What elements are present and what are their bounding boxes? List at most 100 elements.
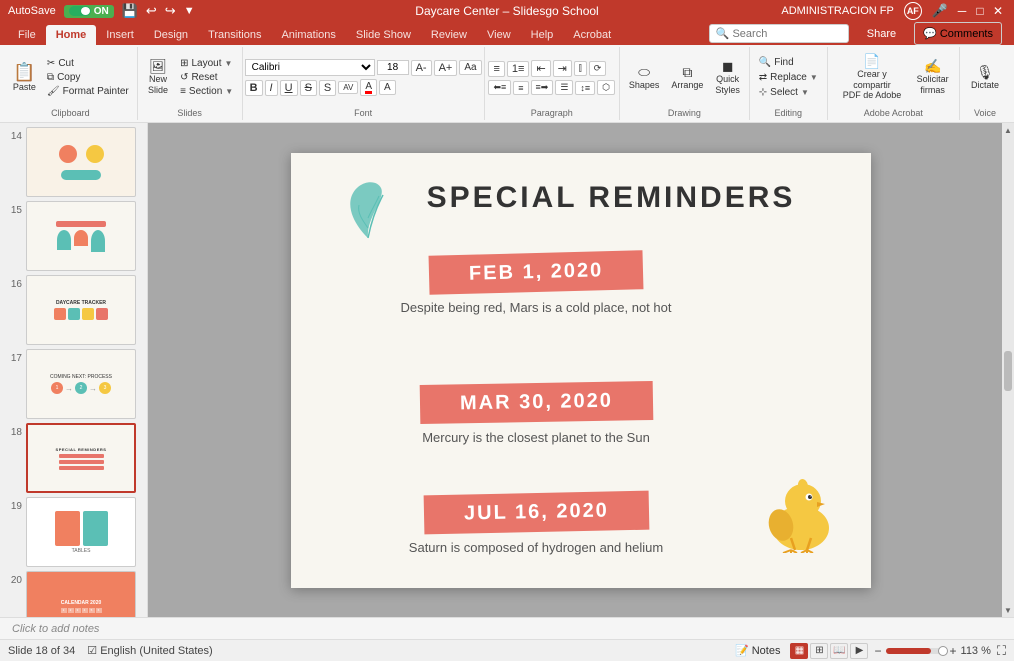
highlight-button[interactable]: A [379, 80, 396, 95]
slide-preview-19[interactable]: TABLES [26, 497, 136, 567]
slide-preview-16[interactable]: DAYCARE TRACKER [26, 275, 136, 345]
align-center-button[interactable]: ≡ [513, 81, 528, 95]
tab-animations[interactable]: Animations [271, 25, 345, 45]
search-input[interactable] [732, 28, 832, 40]
tab-transitions[interactable]: Transitions [198, 25, 271, 45]
slide-thumb-18[interactable]: 18 SPECIAL REMINDERS [6, 423, 141, 493]
zoom-in-icon[interactable]: + [950, 644, 957, 658]
decrease-indent-button[interactable]: ⇤ [531, 60, 550, 77]
slide-preview-20[interactable]: CALENDAR 2020 1 2 3 4 5 6 [26, 571, 136, 617]
zoom-out-icon[interactable]: − [874, 644, 881, 658]
quick-styles-button[interactable]: ◼ QuickStyles [710, 56, 745, 99]
autosave-badge[interactable]: ON [64, 5, 114, 18]
tab-help[interactable]: Help [521, 25, 564, 45]
slide-thumb-20[interactable]: 20 CALENDAR 2020 1 2 3 4 5 6 [6, 571, 141, 617]
create-pdf-button[interactable]: 📄 Crear y compartirPDF de Adobe [834, 51, 911, 104]
customize-icon[interactable]: ▼ [184, 5, 195, 17]
notes-toggle-button[interactable]: 📝 Notes [731, 643, 784, 658]
normal-view-button[interactable]: ▦ [790, 643, 808, 659]
clear-format-button[interactable]: Aa [459, 60, 481, 75]
slide-preview-17[interactable]: COMING NEXT: PROCESS 1 → 2 → 3 [26, 349, 136, 419]
increase-indent-button[interactable]: ⇥ [553, 60, 572, 77]
justify-button[interactable]: ☰ [555, 80, 573, 95]
undo-icon[interactable]: ↩ [146, 3, 157, 19]
zoom-slider[interactable] [886, 648, 946, 654]
slide-thumb-16[interactable]: 16 DAYCARE TRACKER [6, 275, 141, 345]
scroll-thumb[interactable] [1004, 351, 1012, 391]
tab-home[interactable]: Home [46, 25, 97, 45]
reading-view-button[interactable]: 📖 [830, 643, 848, 659]
slide-preview-18[interactable]: SPECIAL REMINDERS [26, 423, 136, 493]
slide-preview-15[interactable] [26, 201, 136, 271]
minimize-button[interactable]: ─ [954, 3, 970, 19]
notes-bar[interactable]: Click to add notes [0, 617, 1014, 639]
copy-button[interactable]: ⧉Copy [43, 71, 133, 84]
close-button[interactable]: ✕ [990, 3, 1006, 19]
slide-preview-14[interactable] [26, 127, 136, 197]
increase-font-button[interactable]: A+ [434, 60, 458, 76]
search-box[interactable]: 🔍 [709, 24, 849, 43]
microphone-icon[interactable]: 🎤 [932, 3, 948, 19]
shadow-button[interactable]: S [319, 80, 336, 96]
text-direction-button[interactable]: ⟳ [589, 61, 607, 76]
autosave-toggle[interactable] [69, 6, 91, 16]
italic-button[interactable]: I [265, 80, 278, 96]
maximize-button[interactable]: □ [972, 3, 988, 19]
tab-slideshow[interactable]: Slide Show [346, 25, 421, 45]
font-size-input[interactable] [377, 60, 409, 75]
arrange-button[interactable]: ⧉ Arrange [666, 62, 708, 94]
bold-button[interactable]: B [245, 80, 263, 96]
zoom-thumb[interactable] [938, 646, 948, 656]
slide-thumb-14[interactable]: 14 [6, 127, 141, 197]
comments-button[interactable]: 💬 Comments [914, 22, 1002, 45]
slide-thumb-15[interactable]: 15 [6, 201, 141, 271]
share-button[interactable]: Share [855, 24, 908, 44]
tab-review[interactable]: Review [421, 25, 477, 45]
event-2-date-banner: MAR 30, 2020 [419, 380, 653, 423]
numbered-list-button[interactable]: 1≡ [507, 61, 530, 77]
tab-file[interactable]: File [8, 25, 46, 45]
layout-button[interactable]: ⊞ Layout ▼ [176, 57, 237, 70]
align-left-button[interactable]: ⬅≡ [488, 80, 511, 95]
align-right-button[interactable]: ≡➡ [531, 80, 554, 95]
tab-view[interactable]: View [477, 25, 521, 45]
fit-slide-icon[interactable]: ⛶ [997, 643, 1006, 659]
select-button[interactable]: ⊹ Select ▼ [755, 86, 822, 99]
slide-canvas[interactable]: SPECIAL REMINDERS FEB 1, 2020 Despite be… [291, 153, 871, 588]
slide-thumb-17[interactable]: 17 COMING NEXT: PROCESS 1 → 2 → 3 [6, 349, 141, 419]
strikethrough-button[interactable]: S [300, 80, 317, 96]
tab-acrobat[interactable]: Acrobat [563, 25, 621, 45]
reset-button[interactable]: ↺ Reset [176, 71, 237, 84]
canvas-scrollbar[interactable]: ▲ ▼ [1002, 123, 1014, 617]
scroll-down-arrow[interactable]: ▼ [1002, 603, 1014, 617]
save-icon[interactable]: 💾 [122, 3, 138, 19]
format-painter-button[interactable]: 🖌Format Painter [43, 85, 133, 98]
scroll-up-arrow[interactable]: ▲ [1002, 123, 1014, 137]
smart-art-button[interactable]: ⬡ [597, 80, 615, 95]
section-button[interactable]: ≡ Section ▼ [176, 85, 237, 98]
paste-button[interactable]: 📋 Paste [8, 60, 41, 96]
line-spacing-button[interactable]: ↕≡ [575, 81, 595, 95]
new-slide-button[interactable]: 🖼 NewSlide [142, 56, 174, 99]
decrease-font-button[interactable]: A- [411, 60, 432, 76]
font-color-button[interactable]: A [360, 79, 377, 96]
event-3-area: JUL 16, 2020 Saturn is composed of hydro… [371, 493, 701, 555]
font-name-select[interactable]: Calibri [245, 59, 375, 76]
redo-icon[interactable]: ↪ [165, 3, 176, 19]
slide-sorter-button[interactable]: ⊞ [810, 643, 828, 659]
shapes-button[interactable]: ⬭ Shapes [624, 62, 665, 94]
char-spacing-button[interactable]: AV [338, 81, 358, 94]
request-signatures-button[interactable]: ✍ Solicitarfirmas [912, 56, 953, 99]
scroll-track[interactable] [1002, 137, 1014, 603]
columns-button[interactable]: ⫿ [574, 61, 587, 76]
slide-thumb-19[interactable]: 19 TABLES [6, 497, 141, 567]
dictate-button[interactable]: 🎙 Dictate [966, 62, 1004, 94]
find-button[interactable]: 🔍 Find [755, 56, 822, 69]
tab-design[interactable]: Design [144, 25, 198, 45]
underline-button[interactable]: U [280, 80, 298, 96]
slideshow-button[interactable]: ▶ [850, 643, 868, 659]
bullet-list-button[interactable]: ≡ [488, 61, 504, 77]
cut-button[interactable]: ✂Cut [43, 57, 133, 70]
replace-button[interactable]: ⇄ Replace ▼ [755, 71, 822, 84]
tab-insert[interactable]: Insert [96, 25, 144, 45]
